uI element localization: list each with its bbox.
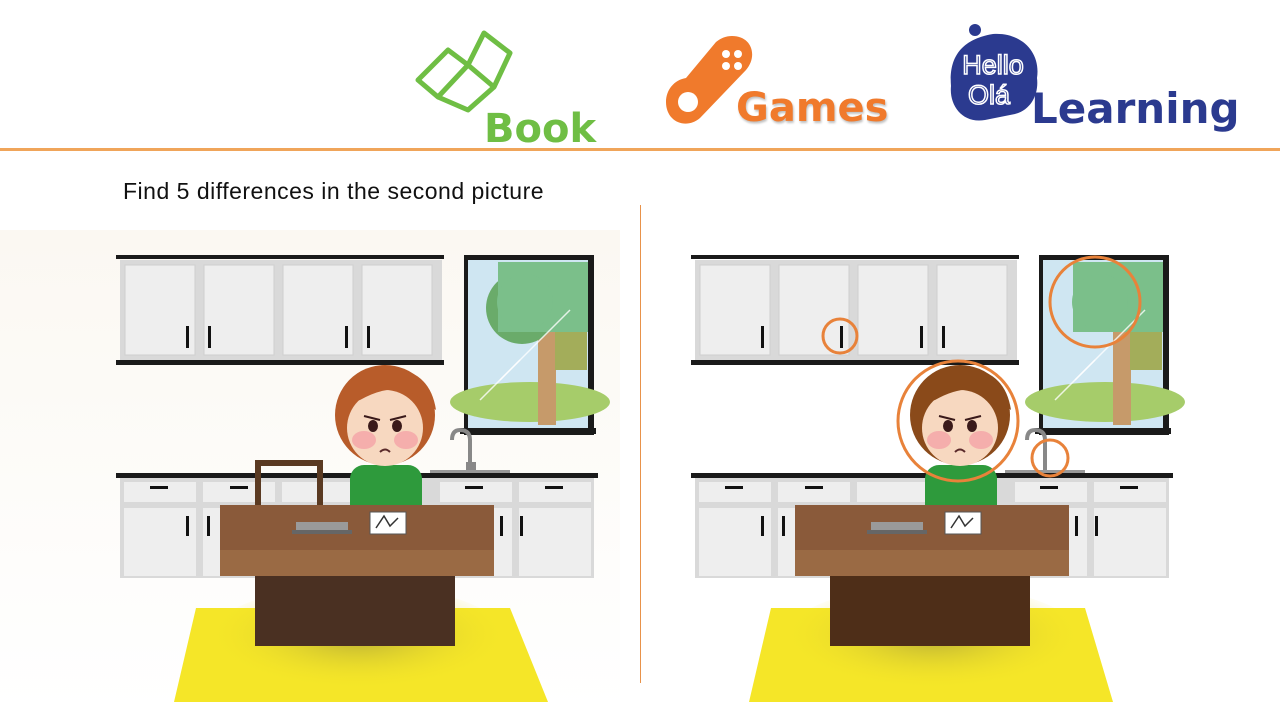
header-divider: [0, 148, 1280, 151]
nav-book[interactable]: Book: [410, 25, 596, 149]
instruction-text: Find 5 differences in the second picture: [123, 178, 545, 204]
panel-divider: [640, 205, 641, 683]
modified-picture: [660, 230, 1280, 710]
original-picture: [0, 230, 620, 710]
table-top: [220, 505, 494, 555]
nav-learning-label: Learning: [1031, 84, 1240, 133]
bubble-text-ola: Olá: [968, 80, 1011, 110]
nav-learning[interactable]: Hello Olá Learning: [945, 22, 1240, 142]
bubble-text-hello: Hello: [962, 50, 1024, 80]
upper-cabinet-bar: [116, 255, 444, 259]
boy: [335, 365, 436, 525]
site-header: Book Games Hello Olá Learning: [0, 0, 1280, 150]
nav-games[interactable]: Games: [660, 30, 888, 140]
nav-book-label: Book: [484, 106, 597, 152]
hello-ola-bubble-icon: Hello Olá: [950, 24, 1038, 121]
nav-games-label: Games: [736, 85, 889, 131]
